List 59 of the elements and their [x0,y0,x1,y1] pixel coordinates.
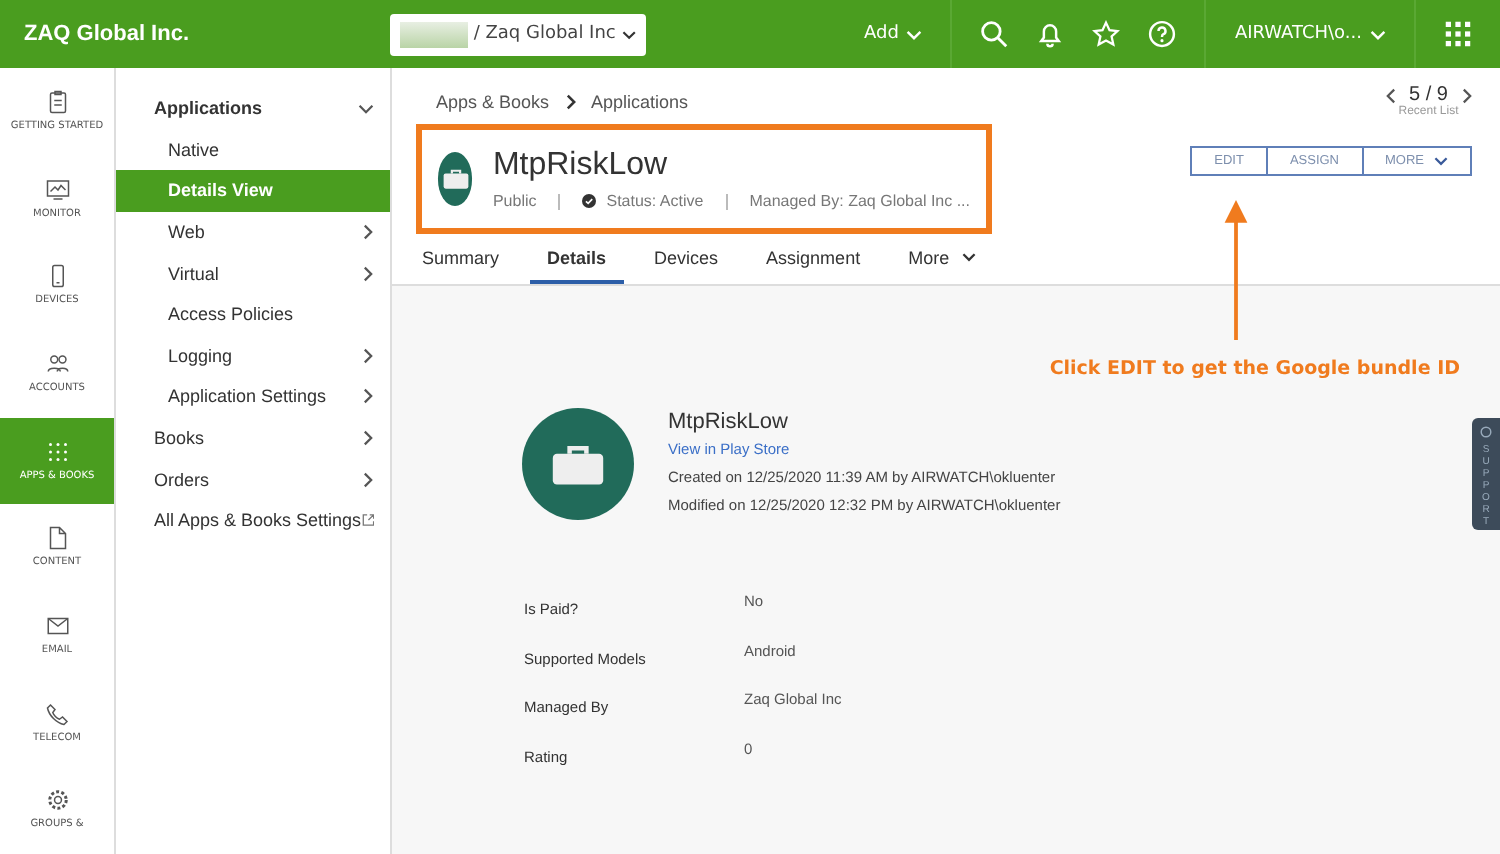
chevron-right-icon [565,94,576,110]
support-icon [1480,426,1492,438]
tab[interactable]: More [890,234,994,284]
app-title: MtpRiskLow [492,148,670,184]
people-icon [45,351,69,376]
document-icon [45,526,69,551]
chevron-right-icon [362,388,374,405]
bell-icon[interactable] [1036,20,1065,48]
chevron-right-icon [362,265,374,282]
nav-item[interactable]: Logging [116,335,390,377]
nav-item[interactable]: Virtual [116,252,390,294]
tab[interactable]: Assignment [748,234,879,284]
tab[interactable]: Summary [404,234,518,284]
chevron-down-icon [906,29,923,39]
nav-item[interactable]: Application Settings [116,376,390,418]
visibility-text: Public [492,192,537,210]
nav-item[interactable]: Orders [116,458,390,500]
briefcase-icon [438,152,473,206]
nav-item[interactable]: Web [116,211,390,253]
search-icon[interactable] [980,20,1009,48]
chevron-right-icon [362,430,374,447]
phone-handset-icon [45,701,69,726]
chevron-right-icon[interactable] [1462,87,1472,103]
chevron-right-icon [362,347,374,364]
breadcrumb-link[interactable]: Applications [591,92,689,112]
clipboard-icon [45,89,69,114]
nav-item[interactable]: Books [116,417,390,459]
chevron-right-icon [362,471,374,488]
nav-item[interactable]: Native [116,129,390,171]
gear-icon [45,788,69,813]
tab[interactable]: Devices [636,234,737,284]
nav-item[interactable]: Access Policies [116,293,390,336]
nav-item[interactable]: All Apps & Books Settings [116,499,390,542]
check-circle-icon [582,194,597,208]
help-icon[interactable] [1148,20,1177,48]
chevron-down-icon [1370,29,1386,39]
brand-name: ZAQ Global Inc. [24,22,192,46]
breadcrumb-link[interactable]: Apps & Books [436,92,550,112]
dot-grid-icon [45,439,69,464]
annotation-arrow [1224,200,1248,340]
tab[interactable]: Details [529,234,625,284]
app-grid-icon[interactable] [1444,20,1472,48]
external-link-icon [361,512,374,529]
nav-item[interactable]: Applications [116,88,390,130]
chevron-down-icon [961,252,976,262]
annotation-text: Click EDIT to get the Google bundle ID [1047,358,1462,380]
chevron-right-icon [362,224,374,241]
chevron-down-icon [1434,156,1448,166]
chevron-down-icon [621,29,636,39]
monitor-icon [45,177,69,201]
pager-position: 5 / 9 [1409,84,1448,106]
organization-selector[interactable]: / Zaq Global Inc [390,13,646,55]
status-text: Status: Active [606,192,704,210]
envelope-icon [45,613,69,638]
star-icon[interactable] [1092,20,1121,48]
managed-by-text: Managed By: Zaq Global Inc ... [749,192,970,210]
redacted-area [400,21,468,47]
chevron-left-icon[interactable] [1385,87,1396,103]
app-name: MtpRiskLow [668,408,790,436]
